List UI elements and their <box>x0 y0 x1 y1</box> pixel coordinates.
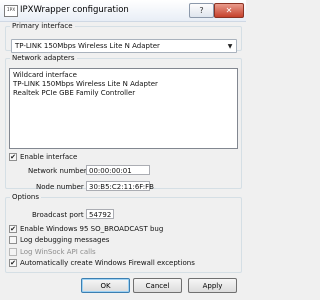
list-item[interactable]: Realtek PCIe GBE Family Controller <box>13 89 135 97</box>
firewall-exceptions-checkbox-row[interactable]: ✔ Automatically create Windows Firewall … <box>9 259 195 267</box>
enable-interface-checkbox[interactable]: ✔ <box>9 153 17 161</box>
firewall-exceptions-checkbox[interactable]: ✔ <box>9 259 17 267</box>
options-legend: Options <box>12 193 40 201</box>
cancel-button[interactable]: Cancel <box>133 278 182 293</box>
network-number-field[interactable]: 00:00:00:01 <box>86 165 150 175</box>
close-icon: ✕ <box>225 6 233 15</box>
log-winsock-checkbox-row: Log WinSock API calls <box>9 248 96 256</box>
options-group: Options Broadcast port 54792 ✔ Enable Wi… <box>5 193 242 273</box>
list-item[interactable]: Wildcard interface <box>13 71 77 79</box>
network-adapters-group: Network adapters Wildcard interface TP-L… <box>5 54 242 191</box>
node-number-field[interactable]: 30:B5:C2:11:6F:FB <box>86 181 154 191</box>
close-button[interactable]: ✕ <box>214 3 244 18</box>
node-number-label: Node number <box>36 183 84 191</box>
so-broadcast-bug-checkbox-row[interactable]: ✔ Enable Windows 95 SO_BROADCAST bug <box>9 225 163 233</box>
network-adapters-legend: Network adapters <box>12 54 75 62</box>
window-title: IPXWrapper configuration <box>20 5 129 15</box>
app-icon: IPX <box>4 5 18 17</box>
title-bar[interactable]: IPX IPXWrapper configuration ? ✕ <box>0 0 246 22</box>
primary-interface-dropdown[interactable]: TP-LINK 150Mbps Wireless Lite N Adapter … <box>11 39 237 53</box>
log-debugging-checkbox[interactable] <box>9 236 17 244</box>
log-debugging-checkbox-row[interactable]: Log debugging messages <box>9 236 109 244</box>
adapter-list[interactable]: Wildcard interface TP-LINK 150Mbps Wirel… <box>9 68 238 149</box>
primary-interface-group: Primary interface TP-LINK 150Mbps Wirele… <box>5 22 242 53</box>
primary-interface-legend: Primary interface <box>12 22 73 30</box>
enable-interface-label[interactable]: Enable interface <box>20 153 77 161</box>
enable-interface-checkbox-row[interactable]: ✔ Enable interface <box>9 153 77 161</box>
chevron-down-icon[interactable]: ▼ <box>224 40 236 52</box>
help-icon: ? <box>199 6 204 15</box>
broadcast-port-field[interactable]: 54792 <box>86 209 114 219</box>
so-broadcast-bug-label[interactable]: Enable Windows 95 SO_BROADCAST bug <box>20 225 163 233</box>
log-winsock-label: Log WinSock API calls <box>20 248 96 256</box>
help-button[interactable]: ? <box>189 3 214 18</box>
primary-interface-value: TP-LINK 150Mbps Wireless Lite N Adapter <box>15 42 160 50</box>
firewall-exceptions-label[interactable]: Automatically create Windows Firewall ex… <box>20 259 195 267</box>
list-item[interactable]: TP-LINK 150Mbps Wireless Lite N Adapter <box>13 80 158 88</box>
so-broadcast-bug-checkbox[interactable]: ✔ <box>9 225 17 233</box>
log-debugging-label[interactable]: Log debugging messages <box>20 236 109 244</box>
broadcast-port-label: Broadcast port <box>32 211 84 219</box>
ok-button[interactable]: OK <box>81 278 130 293</box>
config-window: IPX IPXWrapper configuration ? ✕ Primary… <box>0 0 246 300</box>
apply-button[interactable]: Apply <box>188 278 237 293</box>
network-number-label: Network number <box>28 167 87 175</box>
log-winsock-checkbox <box>9 248 17 256</box>
